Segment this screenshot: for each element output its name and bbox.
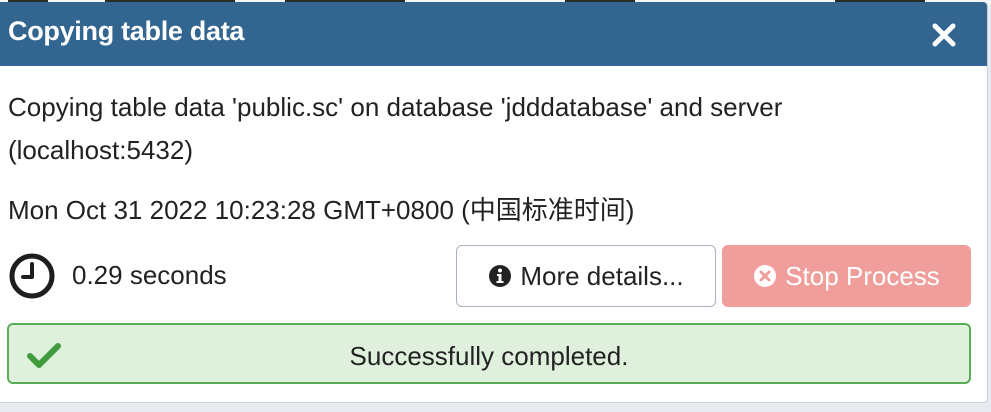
process-timestamp: Mon Oct 31 2022 10:23:28 GMT+0800 (中国标准时…: [8, 195, 635, 225]
times-circle-icon: [754, 265, 777, 287]
close-icon: [932, 23, 956, 47]
process-dialog: Copying table data Copying table data 'p…: [0, 2, 988, 403]
success-message: Successfully completed.: [349, 341, 629, 371]
info-circle-icon: [489, 265, 512, 287]
dialog-body: Copying table data 'public.sc' on databa…: [0, 66, 987, 403]
close-button[interactable]: [931, 22, 957, 48]
clock-icon: [9, 253, 55, 299]
elapsed-time: 0.29 seconds: [72, 260, 227, 290]
dialog-header: Copying table data: [0, 2, 987, 66]
more-details-button[interactable]: More details...: [456, 245, 716, 307]
success-alert: Successfully completed.: [7, 323, 971, 384]
process-message: Copying table data 'public.sc' on databa…: [8, 92, 783, 165]
stop-process-button[interactable]: Stop Process: [722, 245, 971, 307]
dialog-title: Copying table data: [8, 16, 245, 46]
stop-process-label: Stop Process: [785, 260, 940, 291]
more-details-label: More details...: [520, 260, 684, 291]
